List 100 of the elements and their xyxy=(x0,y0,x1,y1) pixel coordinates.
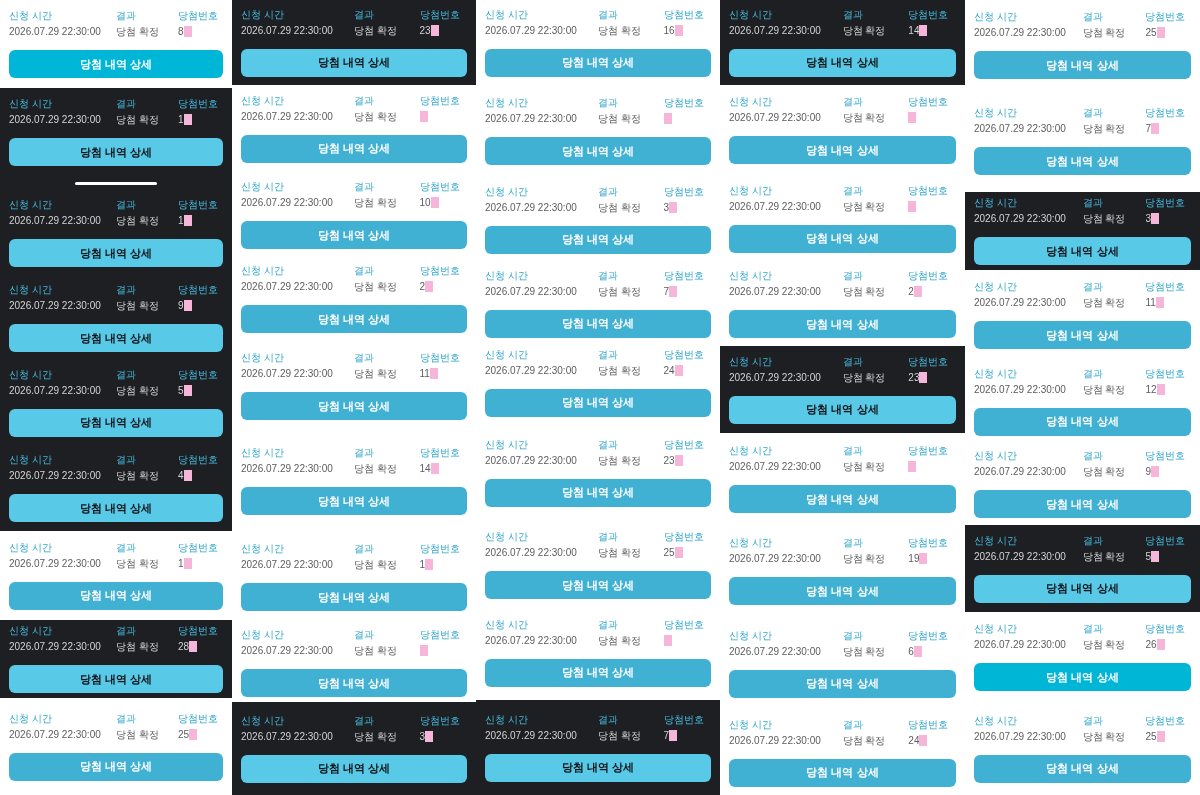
number-value: 23 xyxy=(663,453,675,467)
detail-button[interactable]: 당첨 내역 상세 xyxy=(485,137,711,165)
field-label: 신청 시간 xyxy=(485,348,528,361)
number-value: 1 xyxy=(419,558,426,571)
detail-button[interactable]: 당첨 내역 상세 xyxy=(241,669,467,697)
field-label: 신청 시간 xyxy=(9,199,52,211)
field-label: 결과 xyxy=(116,454,136,466)
detail-button[interactable]: 당첨 내역 상세 xyxy=(485,225,711,254)
number-value: 3 xyxy=(663,200,670,214)
field-label: 당첨번호 xyxy=(178,454,219,466)
detail-button[interactable]: 당첨 내역 상세 xyxy=(974,321,1191,349)
result-value: 당첨 확정 xyxy=(354,729,397,743)
number-value: 25 xyxy=(663,546,675,559)
detail-button[interactable]: 당첨 내역 상세 xyxy=(241,48,467,77)
detail-button[interactable]: 당첨 내역 상세 xyxy=(485,571,711,599)
field-label: 당첨번호 xyxy=(908,8,949,21)
number-value: 2 xyxy=(419,280,426,293)
result-value: 당첨 확정 xyxy=(116,113,159,126)
detail-button[interactable]: 당첨 내역 상세 xyxy=(974,147,1191,175)
detail-button[interactable]: 당첨 내역 상세 xyxy=(241,305,467,333)
field-label: 신청 시간 xyxy=(974,11,1017,23)
field-label: 당첨번호 xyxy=(1145,714,1186,727)
result-value: 당첨 확정 xyxy=(1082,296,1126,309)
field-label: 결과 xyxy=(354,8,374,21)
field-label: 결과 xyxy=(1082,281,1103,293)
number-value: 7 xyxy=(663,728,670,742)
detail-button[interactable]: 당첨 내역 상세 xyxy=(729,758,956,787)
result-value: 당첨 확정 xyxy=(598,23,641,37)
detail-button[interactable]: 당첨 내역 상세 xyxy=(485,658,711,687)
time-value: 2026.07.29 22:30:00 xyxy=(974,26,1066,39)
detail-button[interactable]: 당첨 내역 상세 xyxy=(729,48,956,77)
detail-button[interactable]: 당첨 내역 상세 xyxy=(974,574,1191,603)
detail-button[interactable]: 당첨 내역 상세 xyxy=(9,324,223,352)
detail-button[interactable]: 당첨 내역 상세 xyxy=(729,577,956,605)
field-label: 당첨번호 xyxy=(1145,281,1186,293)
detail-button[interactable]: 당첨 내역 상세 xyxy=(729,669,956,698)
detail-button[interactable]: 당첨 내역 상세 xyxy=(241,487,467,515)
detail-button[interactable]: 당첨 내역 상세 xyxy=(9,50,223,78)
detail-button[interactable]: 당첨 내역 상세 xyxy=(485,309,711,338)
field-label: 신청 시간 xyxy=(729,270,772,282)
detail-button[interactable]: 당첨 내역 상세 xyxy=(729,136,956,164)
detail-button[interactable]: 당첨 내역 상세 xyxy=(974,407,1191,436)
detail-button[interactable]: 당첨 내역 상세 xyxy=(9,408,223,437)
detail-button[interactable]: 당첨 내역 상세 xyxy=(729,224,956,253)
field-label: 당첨번호 xyxy=(1145,107,1186,119)
detail-button[interactable]: 당첨 내역 상세 xyxy=(974,237,1191,265)
time-value: 2026.07.29 22:30:00 xyxy=(9,727,101,741)
detail-button[interactable]: 당첨 내역 상세 xyxy=(974,754,1191,783)
detail-button[interactable]: 당첨 내역 상세 xyxy=(241,134,467,163)
detail-button[interactable]: 당첨 내역 상세 xyxy=(729,310,956,338)
field-label: 당첨번호 xyxy=(419,8,460,21)
time-value: 2026.07.29 22:30:00 xyxy=(9,113,101,126)
detail-button[interactable]: 당첨 내역 상세 xyxy=(9,138,223,166)
detail-button[interactable]: 당첨 내역 상세 xyxy=(485,388,711,417)
time-value: 2026.07.29 22:30:00 xyxy=(974,549,1066,563)
detail-button[interactable]: 당첨 내역 상세 xyxy=(974,663,1191,691)
detail-button[interactable]: 당첨 내역 상세 xyxy=(974,51,1191,79)
time-value: 2026.07.29 22:30:00 xyxy=(729,370,821,384)
detail-button[interactable]: 당첨 내역 상세 xyxy=(241,583,467,611)
detail-button[interactable]: 당첨 내역 상세 xyxy=(241,754,467,783)
time-value: 2026.07.29 22:30:00 xyxy=(974,212,1066,225)
number-value: 23 xyxy=(419,23,431,37)
time-value: 2026.07.29 22:30:00 xyxy=(974,382,1066,396)
field-label: 신청 시간 xyxy=(974,281,1017,293)
field-label: 신청 시간 xyxy=(729,629,772,642)
number-value: 26 xyxy=(1145,638,1157,651)
number-value: 8 xyxy=(178,25,184,38)
detail-button[interactable]: 당첨 내역 상세 xyxy=(729,485,956,513)
number-value: 14 xyxy=(419,462,431,475)
detail-button[interactable]: 당첨 내역 상세 xyxy=(9,665,223,693)
field-label: 당첨번호 xyxy=(419,543,460,555)
field-label: 신청 시간 xyxy=(9,368,52,381)
field-label: 신청 시간 xyxy=(241,543,284,555)
field-label: 당첨번호 xyxy=(663,438,704,451)
detail-button[interactable]: 당첨 내역 상세 xyxy=(9,239,223,267)
detail-button[interactable]: 당첨 내역 상세 xyxy=(241,392,467,420)
detail-button[interactable]: 당첨 내역 상세 xyxy=(241,221,467,249)
number-value: 3 xyxy=(419,729,426,743)
detail-button[interactable]: 당첨 내역 상세 xyxy=(9,581,223,610)
field-label: 결과 xyxy=(116,10,136,22)
detail-button[interactable]: 당첨 내역 상세 xyxy=(485,48,711,77)
detail-button[interactable]: 당첨 내역 상세 xyxy=(485,478,711,507)
result-value: 당첨 확정 xyxy=(1082,465,1126,478)
field-label: 당첨번호 xyxy=(663,97,704,109)
detail-button[interactable]: 당첨 내역 상세 xyxy=(9,752,223,781)
detail-button[interactable]: 당첨 내역 상세 xyxy=(485,753,711,782)
time-value: 2026.07.29 22:30:00 xyxy=(729,552,821,565)
field-label: 당첨번호 xyxy=(908,629,949,642)
time-value: 2026.07.29 22:30:00 xyxy=(485,284,577,298)
time-value: 2026.07.29 22:30:00 xyxy=(9,556,101,570)
detail-button[interactable]: 당첨 내역 상세 xyxy=(974,490,1191,518)
field-label: 결과 xyxy=(1082,623,1103,635)
field-label: 결과 xyxy=(354,94,374,107)
time-value: 2026.07.29 22:30:00 xyxy=(485,200,577,214)
field-label: 결과 xyxy=(116,625,136,637)
time-value: 2026.07.29 22:30:00 xyxy=(974,296,1066,309)
number-value: 5 xyxy=(178,383,184,397)
detail-button[interactable]: 당첨 내역 상세 xyxy=(729,395,956,424)
detail-button[interactable]: 당첨 내역 상세 xyxy=(9,494,223,522)
field-label: 결과 xyxy=(354,629,374,641)
